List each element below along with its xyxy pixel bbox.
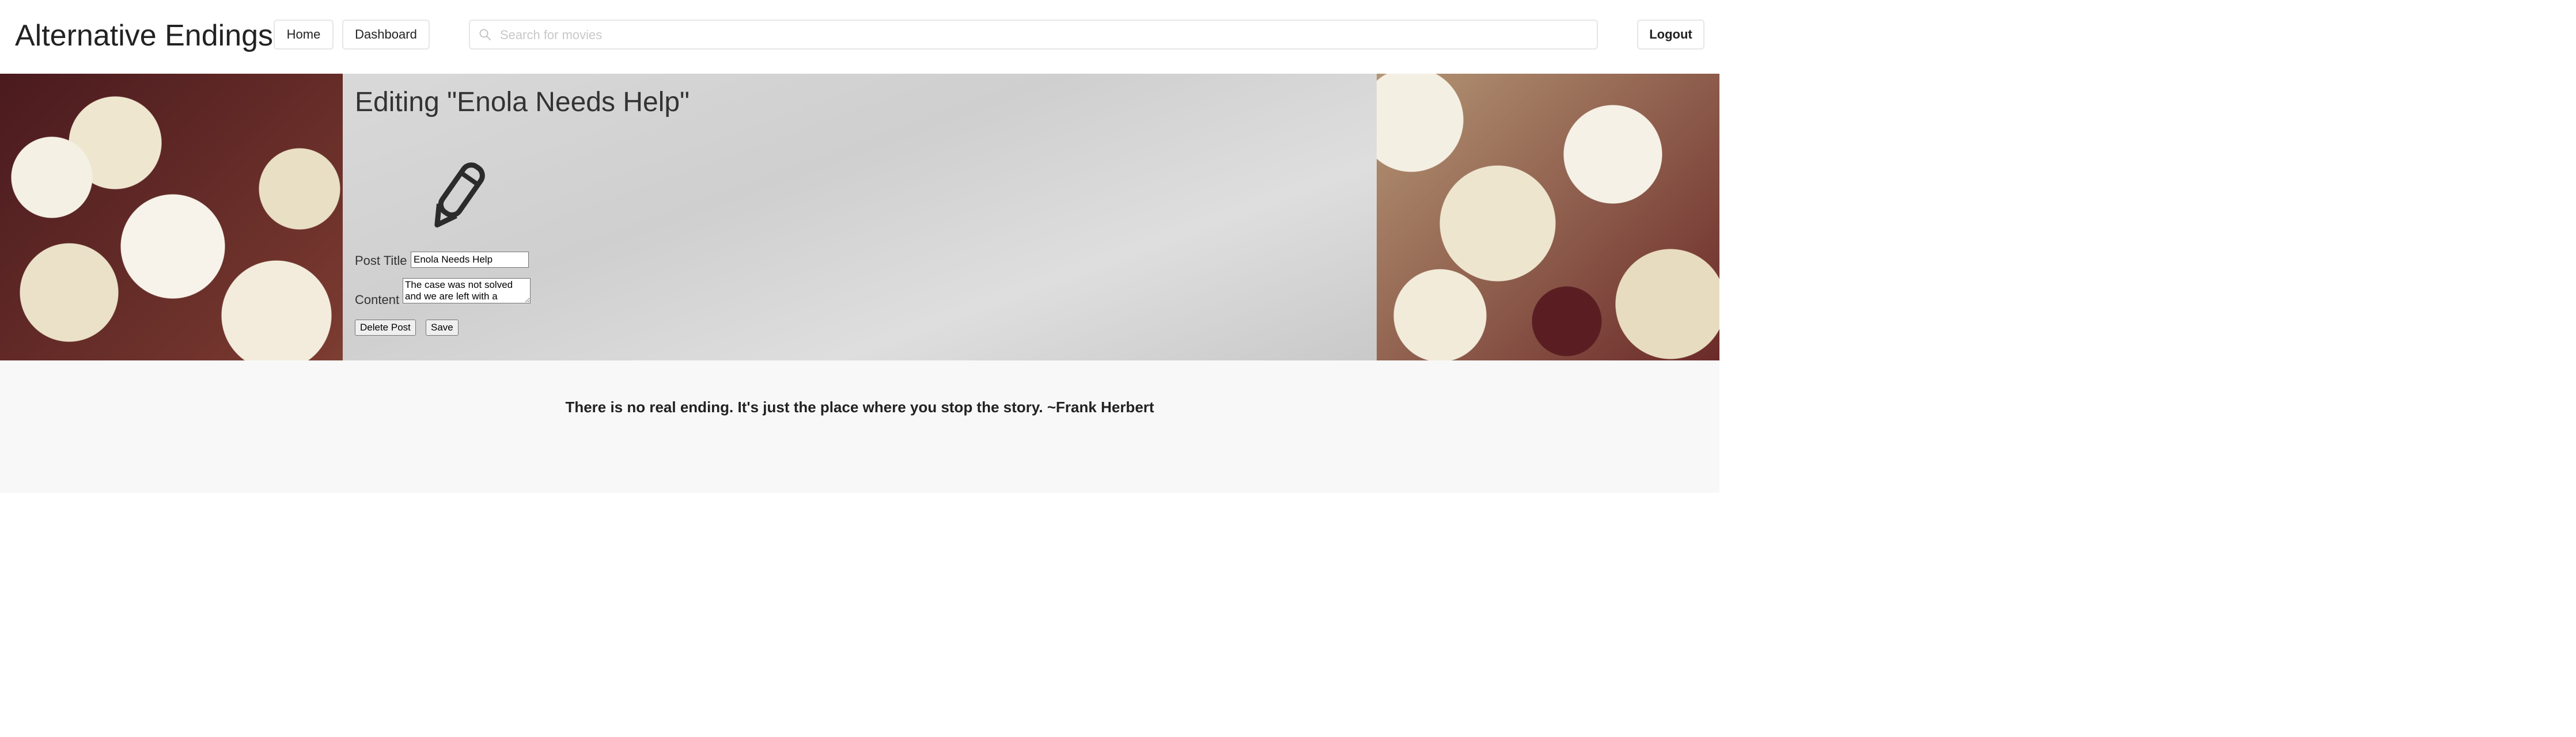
search-icon [479, 29, 491, 40]
quote-footer: There is no real ending. It's just the p… [0, 360, 1719, 493]
content-textarea[interactable]: The case was not solved and we are left … [403, 278, 531, 303]
post-title-input[interactable] [411, 252, 529, 268]
content-label: Content [355, 292, 400, 307]
site-header: Alternative Endings Home Dashboard Logou… [0, 0, 1719, 74]
pencil-icon [434, 162, 485, 228]
search-bar[interactable] [469, 20, 1598, 50]
hero-background: Editing "Enola Needs Help" Post Title Co… [0, 74, 1719, 360]
page-title: Editing "Enola Needs Help" [355, 87, 690, 117]
delete-post-button[interactable]: Delete Post [355, 320, 416, 336]
dashboard-button[interactable]: Dashboard [342, 20, 430, 50]
logout-button[interactable]: Logout [1637, 20, 1704, 50]
quote-text: There is no real ending. It's just the p… [565, 398, 1154, 416]
home-button[interactable]: Home [274, 20, 334, 50]
search-input[interactable] [499, 24, 1584, 46]
save-button[interactable]: Save [426, 320, 459, 336]
edit-post-panel: Editing "Enola Needs Help" Post Title Co… [343, 74, 1377, 360]
brand-title[interactable]: Alternative Endings [15, 17, 273, 54]
post-title-label: Post Title [355, 253, 407, 268]
